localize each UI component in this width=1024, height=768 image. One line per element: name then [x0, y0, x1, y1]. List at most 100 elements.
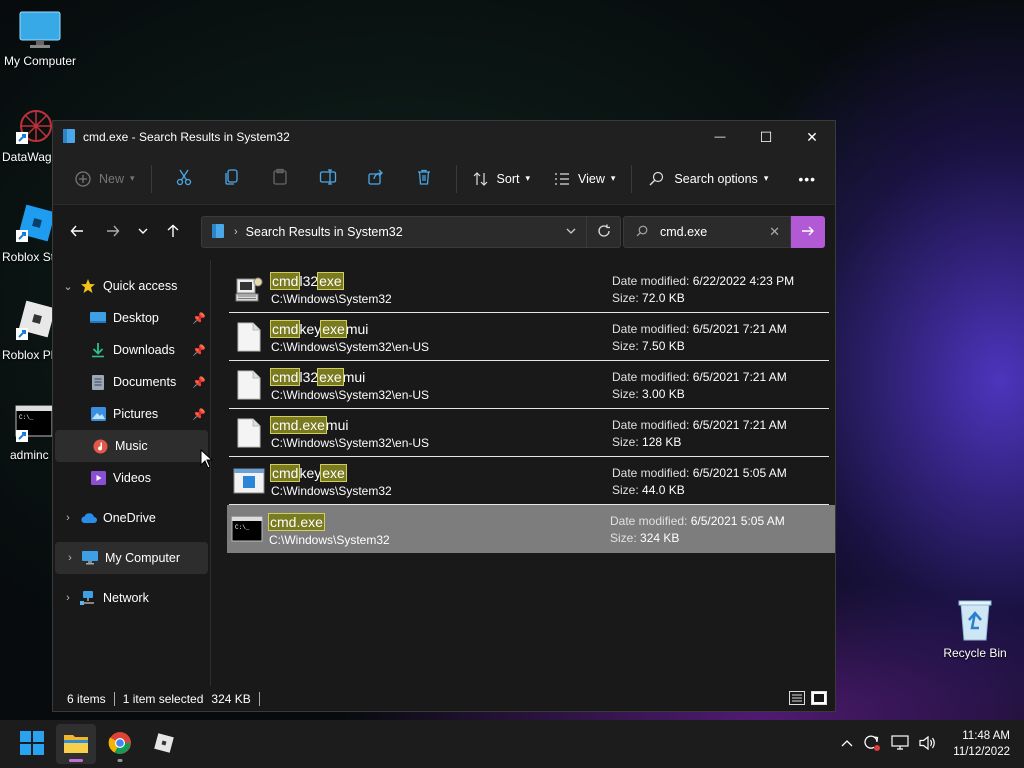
desktop-icon-roblox-studio[interactable]: Roblox St: [0, 204, 52, 264]
plus-circle-icon: [75, 170, 91, 187]
search-go-button[interactable]: [791, 216, 825, 248]
sidebar-item-label: Desktop: [113, 311, 159, 325]
more-options-button[interactable]: •••: [790, 162, 824, 196]
view-button[interactable]: View ▾: [546, 162, 623, 196]
sidebar-item-desktop[interactable]: Desktop 📌: [53, 302, 210, 334]
volume-icon[interactable]: [919, 735, 937, 754]
result-row[interactable]: cmdkeyexe C:\Windows\System32 Date modifie…: [229, 457, 829, 505]
up-button[interactable]: [157, 216, 189, 248]
size-value: 324 KB: [640, 531, 680, 545]
sidebar-item-quick-access[interactable]: ⌄ Quick access: [53, 270, 210, 302]
chevron-down-icon[interactable]: ⌄: [57, 280, 79, 293]
details-view-icon[interactable]: [789, 690, 805, 708]
desktop-icon-my-computer[interactable]: My Computer: [0, 10, 80, 68]
forward-button[interactable]: [97, 216, 129, 248]
start-button[interactable]: [12, 724, 52, 764]
result-row[interactable]: cmd.exemui C:\Windows\System32\en-US Date …: [229, 409, 829, 457]
breadcrumb[interactable]: Search Results in System32: [246, 225, 403, 239]
rename-button[interactable]: [304, 162, 352, 196]
desktop-icon-recycle-bin[interactable]: Recycle Bin: [935, 598, 1015, 660]
desktop-icon-adminc[interactable]: C:\_ adminc: [0, 404, 52, 462]
clock-date: 11/12/2022: [953, 746, 1010, 758]
back-button[interactable]: [61, 216, 93, 248]
size-label: Size:: [612, 339, 639, 353]
result-row[interactable]: cmdl32exe C:\Windows\System32 Date modifie…: [229, 265, 829, 313]
search-options-button[interactable]: Search options ▾: [640, 162, 776, 196]
copy-icon: [223, 168, 241, 189]
file-path: C:\Windows\System32\en-US: [271, 436, 430, 450]
desktop-icon-label: My Computer: [3, 54, 77, 68]
roblox-icon: [153, 732, 175, 757]
clipboard-icon: [271, 168, 289, 189]
copy-button[interactable]: [208, 162, 256, 196]
sidebar-item-music[interactable]: Music: [55, 430, 208, 462]
new-button[interactable]: New ▾: [67, 162, 143, 196]
sort-button[interactable]: Sort ▾: [465, 162, 538, 196]
clear-search-icon[interactable]: ✕: [769, 224, 780, 240]
sidebar-item-onedrive[interactable]: › OneDrive: [53, 502, 210, 534]
date-modified-value: 6/5/2021 5:05 AM: [692, 466, 787, 480]
sidebar-item-pictures[interactable]: Pictures 📌: [53, 398, 210, 430]
update-alert-icon[interactable]: [863, 734, 881, 755]
chevron-down-icon: [137, 225, 149, 240]
file-name: cmdl32exemui: [269, 367, 571, 387]
paste-button[interactable]: [256, 162, 304, 196]
desktop-icon-roblox-player[interactable]: Roblox Pl: [0, 300, 52, 362]
clock[interactable]: 11:48 AM 11/12/2022: [953, 728, 1010, 760]
result-row[interactable]: C:\_ cmd.exe C:\Windows\System32 Date modif…: [227, 505, 835, 553]
result-row[interactable]: cmdkeyexemui C:\Windows\System32\en-US Dat…: [229, 313, 829, 361]
sidebar-item-network[interactable]: › Network: [53, 582, 210, 614]
tiles-view-icon[interactable]: [811, 690, 827, 708]
share-icon: [367, 168, 385, 189]
taskbar-chrome[interactable]: [100, 724, 140, 764]
search-options-label: Search options: [674, 171, 758, 186]
delete-button[interactable]: [400, 162, 448, 196]
file-name-part: cmd: [269, 368, 301, 386]
view-label: View: [578, 171, 605, 186]
show-hidden-icons-icon[interactable]: [841, 737, 853, 751]
sidebar-item-videos[interactable]: Videos: [53, 462, 210, 494]
file-name-part: key: [299, 465, 322, 481]
sort-icon: [473, 171, 489, 187]
title-bar[interactable]: cmd.exe - Search Results in System32 — ☐…: [53, 121, 835, 153]
windows-logo-icon: [20, 730, 44, 758]
address-bar[interactable]: › Search Results in System32: [201, 216, 621, 248]
file-name: cmd.exe: [268, 512, 569, 532]
file-name-part: mui: [342, 369, 366, 385]
share-button[interactable]: [352, 162, 400, 196]
chevron-right-icon[interactable]: ›: [57, 592, 79, 604]
item-count: 6 items: [67, 692, 106, 706]
sidebar-item-downloads[interactable]: Downloads 📌: [53, 334, 210, 366]
search-query: cmd.exe: [660, 225, 708, 239]
address-dropdown-icon[interactable]: [556, 225, 586, 240]
size-value: 44.0 KB: [642, 483, 685, 497]
recent-locations-button[interactable]: [127, 216, 159, 248]
network-monitor-icon[interactable]: [891, 734, 909, 754]
sidebar-item-label: Videos: [113, 471, 151, 485]
svg-text:C:\_: C:\_: [19, 414, 34, 421]
result-row[interactable]: cmdl32exemui C:\Windows\System32\en-US Dat…: [229, 361, 829, 409]
file-explorer-window[interactable]: cmd.exe - Search Results in System32 — ☐…: [52, 120, 836, 712]
divider: [258, 692, 260, 706]
taskbar-file-explorer[interactable]: [56, 724, 96, 764]
date-modified-value: 6/5/2021 7:21 AM: [692, 322, 787, 336]
refresh-button[interactable]: [586, 217, 620, 247]
sidebar-item-documents[interactable]: Documents 📌: [53, 366, 210, 398]
divider: [631, 164, 633, 193]
maximize-button[interactable]: ☐: [743, 121, 789, 153]
desktop-icon-datawag[interactable]: DataWag: [0, 108, 52, 164]
chevron-right-icon[interactable]: ›: [57, 512, 79, 524]
taskbar-roblox[interactable]: [144, 724, 184, 764]
sidebar-item-my-computer[interactable]: › My Computer: [55, 542, 208, 574]
sidebar-item-label: My Computer: [105, 551, 181, 565]
file-name-part: l32: [299, 369, 319, 385]
search-box[interactable]: cmd.exe ✕: [623, 216, 825, 248]
cut-button[interactable]: [160, 162, 208, 196]
sidebar-item-label: Documents: [113, 375, 177, 389]
minimize-button[interactable]: —: [697, 121, 743, 153]
close-button[interactable]: ✕: [789, 121, 835, 153]
search-input[interactable]: cmd.exe ✕: [623, 216, 791, 248]
file-meta: Date modified: 6/5/2021 5:05 AM Size: 44.…: [612, 465, 787, 499]
chevron-right-icon[interactable]: ›: [59, 552, 81, 564]
size-label: Size:: [612, 291, 639, 305]
